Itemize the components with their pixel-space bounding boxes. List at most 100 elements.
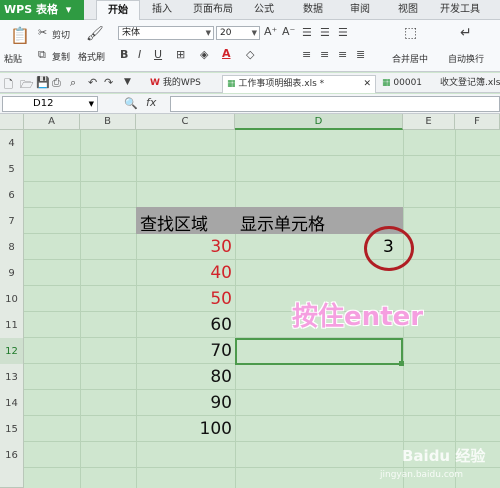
cell-c10[interactable]: 50: [136, 289, 232, 309]
align-top-icon[interactable]: ☰: [302, 26, 312, 39]
row-header[interactable]: 9: [0, 260, 24, 289]
spreadsheet-icon: ▦: [227, 79, 236, 89]
doc-tab-my-wps[interactable]: W 我的WPS: [146, 75, 220, 93]
doc-tab-00001[interactable]: ▦ 00001: [378, 75, 432, 93]
new-file-icon[interactable]: 🗋: [4, 76, 13, 95]
chevron-down-icon: ▾: [65, 3, 72, 16]
save-icon[interactable]: 💾: [36, 76, 50, 89]
border-icon[interactable]: ⊞: [176, 48, 185, 61]
format-painter-button[interactable]: 格式刷: [78, 50, 105, 63]
open-folder-icon[interactable]: 🗁: [20, 76, 34, 95]
cell-c11[interactable]: 60: [136, 315, 232, 335]
doc-tab-receipt-register[interactable]: 收文登记簿.xls: [436, 75, 500, 93]
grid-line: [24, 415, 500, 416]
tab-view[interactable]: 视图: [398, 0, 418, 20]
tab-home[interactable]: 开始: [96, 0, 140, 20]
font-select[interactable]: 宋体 ▼: [118, 26, 214, 40]
row-header[interactable]: 16: [0, 442, 24, 471]
tab-insert[interactable]: 插入: [152, 0, 172, 20]
row-header[interactable]: 8: [0, 234, 24, 263]
print-preview-icon[interactable]: ⌕: [70, 76, 76, 90]
cell-c14[interactable]: 90: [136, 393, 232, 413]
tab-data[interactable]: 数据: [303, 0, 323, 20]
row-header[interactable]: 4: [0, 130, 24, 159]
close-icon[interactable]: ✕: [363, 76, 371, 92]
column-header-f[interactable]: F: [455, 114, 500, 130]
row-header[interactable]: 6: [0, 182, 24, 211]
copy-button[interactable]: 复制: [52, 50, 70, 63]
column-header-b[interactable]: B: [80, 114, 136, 130]
copy-icon: ⧉: [38, 48, 46, 61]
row-header[interactable]: 11: [0, 312, 24, 341]
align-left-icon[interactable]: ≡: [302, 48, 311, 61]
merge-center-icon: ⬚: [404, 25, 418, 41]
cell-d7[interactable]: 显示单元格: [240, 210, 325, 235]
grid-line: [24, 259, 500, 260]
cell-c13[interactable]: 80: [136, 367, 232, 387]
tab-review[interactable]: 审阅: [350, 0, 370, 20]
merge-center-button[interactable]: 合并居中: [392, 52, 428, 65]
paste-icon[interactable]: 📋: [10, 26, 30, 45]
redo-icon[interactable]: ↷: [104, 76, 113, 89]
print-icon[interactable]: ⎙: [52, 76, 61, 90]
decrease-font-icon[interactable]: A⁻: [282, 25, 295, 38]
cell-c12[interactable]: 70: [136, 341, 232, 361]
grid-line: [24, 467, 500, 468]
row-header[interactable]: 7: [0, 208, 24, 237]
cut-button[interactable]: 剪切: [52, 28, 70, 41]
row-header[interactable]: 10: [0, 286, 24, 315]
font-color-icon[interactable]: A: [222, 47, 231, 60]
column-header-c[interactable]: C: [136, 114, 235, 130]
undo-icon[interactable]: ↶: [88, 76, 97, 89]
clear-format-icon[interactable]: ◇: [246, 48, 254, 61]
paste-button[interactable]: 粘贴: [4, 52, 22, 65]
grid-line: [24, 155, 500, 156]
row-header[interactable]: 15: [0, 416, 24, 445]
align-middle-icon[interactable]: ☰: [320, 26, 330, 39]
cell-c15[interactable]: 100: [136, 419, 232, 439]
tab-developer[interactable]: 开发工具: [440, 0, 480, 20]
row-header[interactable]: 13: [0, 364, 24, 393]
scissors-icon: ✂: [38, 26, 48, 39]
cell-c8[interactable]: 30: [136, 237, 232, 257]
chevron-down-icon[interactable]: ▼: [124, 77, 131, 87]
grid-line: [455, 130, 456, 488]
cell-c7[interactable]: 查找区域: [140, 210, 208, 235]
font-size-select[interactable]: 20 ▼: [216, 26, 260, 40]
column-header-e[interactable]: E: [403, 114, 455, 130]
chevron-down-icon: ▼: [205, 29, 211, 37]
doc-tab-active[interactable]: ▦ 工作事项明细表.xls * ✕: [222, 75, 376, 93]
cell-d8[interactable]: 3: [383, 237, 394, 257]
column-header-d[interactable]: D: [235, 114, 403, 130]
select-all-corner[interactable]: [0, 114, 24, 130]
underline-icon[interactable]: U: [154, 48, 162, 61]
align-right-icon[interactable]: ≡: [338, 48, 347, 61]
bold-icon[interactable]: B: [120, 48, 128, 61]
name-box[interactable]: D12 ▼: [2, 96, 98, 112]
fx-icon[interactable]: fx: [146, 96, 156, 109]
row-header[interactable]: 5: [0, 156, 24, 185]
increase-font-icon[interactable]: A⁺: [264, 25, 277, 38]
tab-page-layout[interactable]: 页面布局: [193, 0, 233, 20]
align-center-icon[interactable]: ≡: [320, 48, 329, 61]
formula-input[interactable]: [170, 96, 500, 112]
fill-handle[interactable]: [399, 361, 404, 366]
align-bottom-icon[interactable]: ☰: [338, 26, 348, 39]
doc-tab-label: 00001: [393, 78, 423, 88]
row-header[interactable]: 14: [0, 390, 24, 419]
tab-formulas[interactable]: 公式: [254, 0, 274, 20]
name-box-value: D12: [33, 98, 54, 109]
zoom-icon[interactable]: 🔍: [124, 97, 138, 110]
row-header-active[interactable]: 12: [0, 338, 24, 367]
auto-wrap-button[interactable]: 自动换行: [448, 52, 484, 65]
italic-icon[interactable]: I: [138, 48, 141, 61]
row-header[interactable]: [0, 468, 24, 488]
selected-cell-d12[interactable]: [235, 338, 403, 365]
app-menu-button[interactable]: WPS 表格 ▾: [0, 0, 84, 20]
justify-icon[interactable]: ≣: [356, 48, 365, 61]
fill-color-icon[interactable]: ◈: [200, 48, 208, 61]
font-select-value: 宋体: [122, 28, 141, 38]
app-name: WPS 表格: [4, 3, 58, 16]
column-header-a[interactable]: A: [24, 114, 80, 130]
cell-c9[interactable]: 40: [136, 263, 232, 283]
